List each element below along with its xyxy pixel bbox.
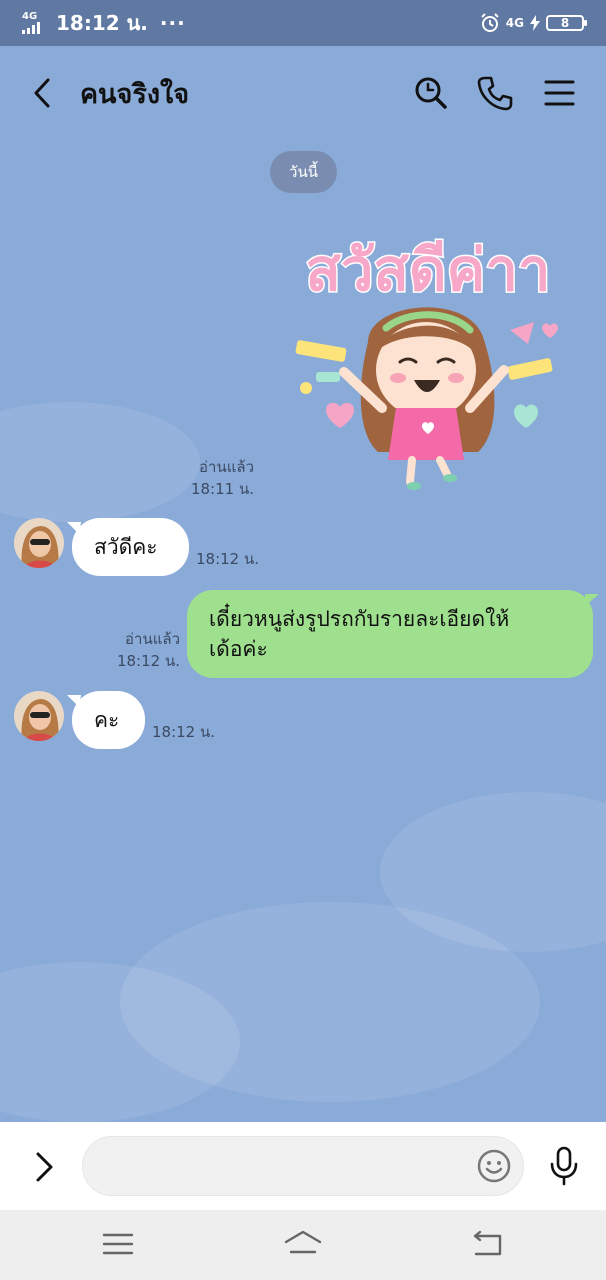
phone-icon[interactable] bbox=[476, 74, 514, 112]
back-arrow-icon[interactable] bbox=[28, 78, 58, 108]
signal-indicator: 4G bbox=[22, 12, 48, 34]
message-time: 18:12 น. bbox=[152, 723, 216, 741]
nav-menu-icon[interactable] bbox=[98, 1228, 138, 1260]
signal-icon bbox=[22, 22, 40, 34]
message-meta: อ่านแล้ว 18:12 น. bbox=[108, 628, 180, 672]
read-status: อ่านแล้ว bbox=[125, 630, 180, 648]
message-time: 18:12 น. bbox=[196, 550, 260, 568]
emoji-icon[interactable] bbox=[476, 1148, 512, 1184]
date-separator: วันนี้ bbox=[270, 151, 337, 193]
battery-level: 8 bbox=[560, 16, 570, 30]
battery-icon: 8 bbox=[546, 15, 587, 31]
chat-title: คนจริงใจ bbox=[80, 79, 190, 110]
svg-text:สวัสดีค่าา: สวัสดีค่าา bbox=[306, 236, 551, 304]
chat-area[interactable]: วันนี้ อ่านแล้ว 18:11 น. สวัสดีค่าา สวัด… bbox=[0, 142, 606, 1122]
status-time: 18:12 น. bbox=[56, 11, 148, 35]
message-meta: อ่านแล้ว 18:11 น. bbox=[150, 456, 254, 500]
message-text-line: เด้อค่ะ bbox=[209, 637, 268, 661]
contact-avatar[interactable] bbox=[14, 518, 64, 568]
alarm-icon bbox=[481, 13, 499, 32]
contact-avatar[interactable] bbox=[14, 691, 64, 741]
message-time: 18:11 น. bbox=[190, 480, 254, 498]
status-bar: 4G 18:12 น. ··· 4G 8 bbox=[0, 0, 606, 46]
message-input-bar bbox=[0, 1122, 606, 1210]
message-input[interactable] bbox=[82, 1136, 524, 1196]
status-right: 4G 8 bbox=[480, 13, 587, 33]
chevron-right-icon[interactable] bbox=[32, 1150, 58, 1184]
greeting-sticker[interactable]: สวัสดีค่าา bbox=[278, 212, 578, 502]
nav-back-icon[interactable] bbox=[468, 1228, 508, 1260]
charging-icon bbox=[530, 15, 540, 31]
message-text-line: เดี๋ยวหนูส่งรูปรถกับรายละเอียดให้ bbox=[209, 607, 510, 631]
message-text: สวัดีคะ bbox=[94, 534, 158, 559]
chat-header: คนจริงใจ bbox=[0, 46, 606, 142]
nav-home-icon[interactable] bbox=[283, 1228, 323, 1260]
system-navigation-bar bbox=[0, 1210, 606, 1280]
network-type: 4G bbox=[22, 11, 38, 22]
network-type-right: 4G bbox=[505, 16, 524, 30]
avatar-image bbox=[14, 518, 64, 568]
incoming-message-bubble[interactable]: สวัดีคะ bbox=[72, 518, 189, 576]
microphone-icon[interactable] bbox=[548, 1146, 580, 1186]
message-text: คะ bbox=[94, 707, 120, 732]
avatar-image bbox=[14, 691, 64, 741]
incoming-message-bubble[interactable]: คะ bbox=[72, 691, 145, 749]
more-notifications-icon: ··· bbox=[159, 11, 186, 35]
message-time: 18:12 น. bbox=[116, 652, 180, 670]
search-icon[interactable] bbox=[412, 74, 450, 112]
read-status: อ่านแล้ว bbox=[199, 458, 254, 476]
outgoing-message-bubble[interactable]: เดี๋ยวหนูส่งรูปรถกับรายละเอียดให้ เด้อค่… bbox=[187, 590, 599, 678]
menu-icon[interactable] bbox=[540, 74, 578, 112]
